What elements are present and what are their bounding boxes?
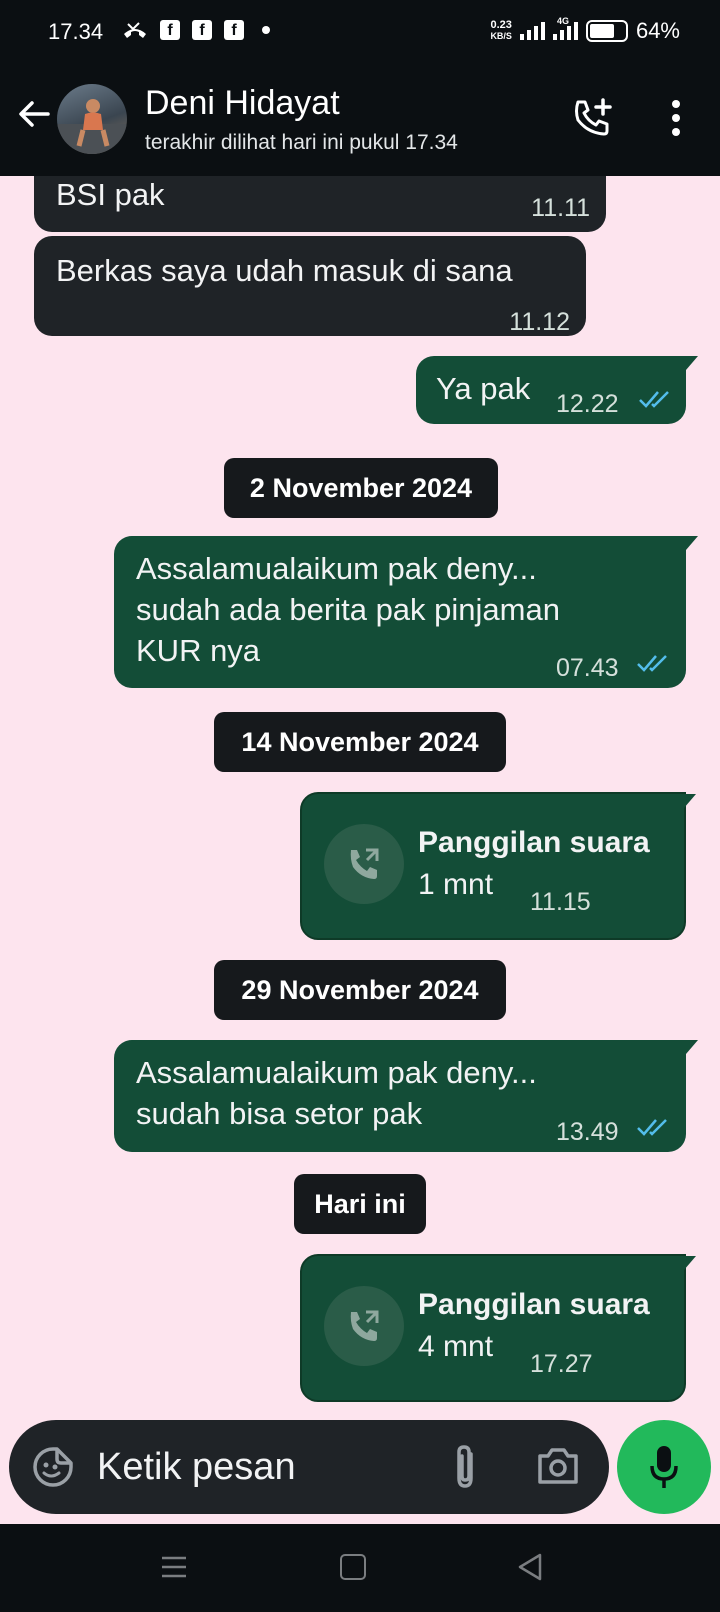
message-line: Assalamualaikum pak deny... xyxy=(136,551,537,586)
mic-icon xyxy=(650,1446,678,1488)
facebook-icon: f xyxy=(224,20,244,40)
message-time: 11.15 xyxy=(530,888,591,916)
message-text: BSI pak xyxy=(56,177,165,212)
read-ticks-icon xyxy=(637,1119,667,1136)
message-time: 07.43 xyxy=(556,654,619,682)
facebook-icon: f xyxy=(192,20,212,40)
speed-unit: KB/S xyxy=(490,31,512,41)
speed-value: 0.23 xyxy=(490,19,512,31)
battery-icon xyxy=(585,20,628,42)
more-vert-icon[interactable] xyxy=(664,98,688,142)
missed-call-icon xyxy=(124,22,146,38)
bubble-tail xyxy=(672,794,696,816)
home-icon[interactable] xyxy=(340,1554,366,1580)
read-ticks-icon xyxy=(639,391,669,408)
message-text: Berkas saya udah masuk di sana xyxy=(56,253,513,288)
network-speed: 0.23 KB/S xyxy=(490,20,512,42)
message-bubble-outgoing[interactable]: Ya pak 12.22 xyxy=(416,356,698,424)
bubble-tail xyxy=(674,536,698,558)
nav-back-icon[interactable] xyxy=(516,1552,544,1582)
message-text: Ya pak xyxy=(436,371,531,406)
message-bubble-incoming[interactable]: Berkas saya udah masuk di sana 11.12 xyxy=(34,236,586,336)
status-bar: 17.34 f f f 0.23 KB/S 4G 64% xyxy=(0,0,720,64)
message-text: Assalamualaikum pak deny... sudah bisa s… xyxy=(136,1052,537,1134)
message-time: 13.49 xyxy=(556,1118,619,1146)
bubble-tail xyxy=(672,1256,696,1278)
outgoing-call-icon xyxy=(324,824,404,904)
last-seen: terakhir dilihat hari ini pukul 17.34 xyxy=(145,131,458,154)
message-time: 17.27 xyxy=(530,1350,593,1378)
call-title: Panggilan suara xyxy=(418,826,650,859)
call-duration: 1 mnt xyxy=(418,868,494,901)
message-list[interactable]: BSI pak 11.11 Berkas saya udah masuk di … xyxy=(0,176,720,1420)
system-icons: 0.23 KB/S 4G 64% xyxy=(490,16,680,44)
attach-icon[interactable] xyxy=(447,1442,483,1492)
recent-apps-icon[interactable] xyxy=(160,1554,188,1580)
facebook-icon: f xyxy=(160,20,180,40)
battery-percent: 64% xyxy=(635,18,680,43)
message-line: sudah ada berita pak pinjaman xyxy=(136,592,560,627)
message-bubble-outgoing[interactable]: Assalamualaikum pak deny... sudah ada be… xyxy=(114,536,698,688)
voice-call-bubble[interactable]: Panggilan suara 1 mnt 11.15 xyxy=(300,792,696,940)
call-duration: 4 mnt xyxy=(418,1330,494,1363)
bubble-tail xyxy=(674,1040,698,1062)
notification-dot-icon xyxy=(262,26,270,34)
message-text: Assalamualaikum pak deny... sudah ada be… xyxy=(136,548,560,671)
network-type: 4G xyxy=(556,16,569,26)
call-title: Panggilan suara xyxy=(418,1288,650,1321)
signal-icon xyxy=(519,22,545,40)
read-ticks-icon xyxy=(637,655,667,672)
bubble-tail xyxy=(674,356,698,378)
avatar-photo xyxy=(57,99,127,154)
date-separator: 14 November 2024 xyxy=(214,712,506,772)
message-time: 11.12 xyxy=(509,308,570,336)
camera-icon[interactable] xyxy=(534,1442,582,1490)
message-input-bar[interactable]: Ketik pesan xyxy=(9,1420,609,1514)
date-separator: 2 November 2024 xyxy=(224,458,498,518)
system-navigation-bar xyxy=(0,1524,720,1612)
date-separator: 29 November 2024 xyxy=(214,960,506,1020)
avatar[interactable] xyxy=(57,84,127,154)
message-line: Assalamualaikum pak deny... xyxy=(136,1055,537,1090)
message-input[interactable]: Ketik pesan xyxy=(97,1446,296,1489)
date-separator: Hari ini xyxy=(294,1174,426,1234)
voice-call-bubble[interactable]: Panggilan suara 4 mnt 17.27 xyxy=(300,1254,696,1402)
message-bubble-incoming[interactable]: BSI pak 11.11 xyxy=(34,176,606,232)
notification-icons: f f f xyxy=(122,20,270,40)
add-call-icon[interactable] xyxy=(570,96,614,140)
message-line: KUR nya xyxy=(136,633,261,668)
signal-4g-icon: 4G xyxy=(552,16,578,40)
mic-button[interactable] xyxy=(617,1420,711,1514)
message-bubble-outgoing[interactable]: Assalamualaikum pak deny... sudah bisa s… xyxy=(114,1040,698,1152)
message-time: 12.22 xyxy=(556,390,619,418)
status-time: 17.34 xyxy=(48,19,104,44)
outgoing-call-icon xyxy=(324,1286,404,1366)
chat-header: Deni Hidayat terakhir dilihat hari ini p… xyxy=(0,64,720,176)
message-line: sudah bisa setor pak xyxy=(136,1096,423,1131)
contact-name[interactable]: Deni Hidayat xyxy=(145,84,340,123)
back-arrow-icon[interactable] xyxy=(14,94,54,134)
sticker-icon[interactable] xyxy=(31,1445,75,1489)
message-time: 11.11 xyxy=(531,194,590,222)
